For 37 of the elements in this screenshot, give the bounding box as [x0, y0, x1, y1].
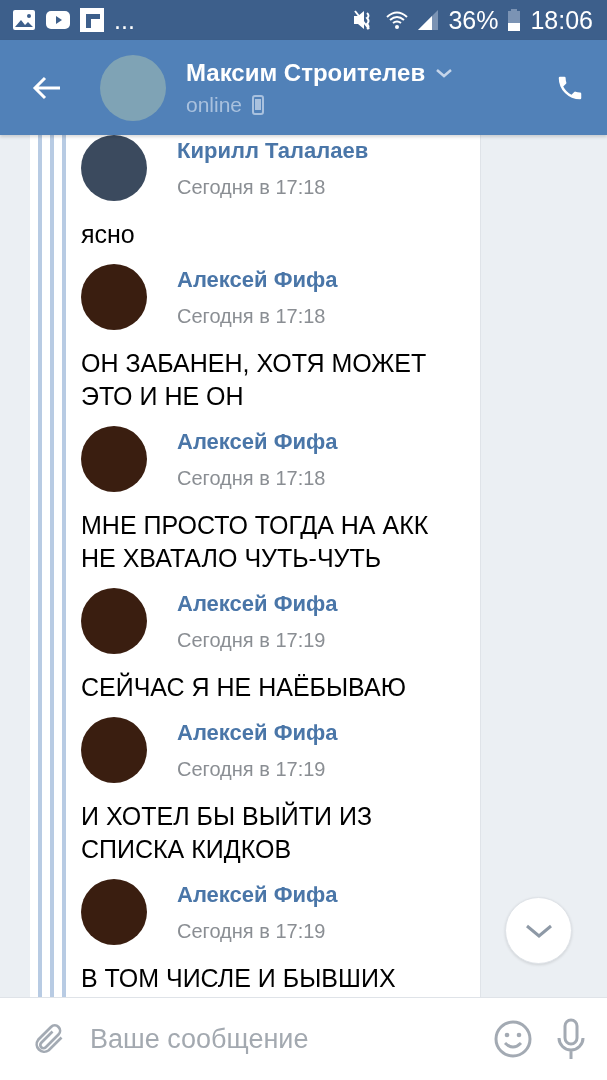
square-logo-icon	[80, 8, 104, 32]
author-name[interactable]: Алексей Фифа	[177, 266, 338, 293]
message-text: В ТОМ ЧИСЛЕ И БЫВШИХ	[81, 963, 397, 994]
message-text: МНЕ ПРОСТО ТОГДА НА АКК НЕ ХВАТАЛО ЧУТЬ-ЧУТЬ	[81, 510, 430, 574]
author-name[interactable]: Алексей Фифа	[177, 590, 338, 617]
message-text: И ХОТЕЛ БЫ ВЫЙТИ ИЗ СПИСКА КИДКОВ	[81, 800, 373, 865]
battery-percent: 36%	[448, 5, 499, 35]
back-arrow-icon[interactable]	[32, 75, 62, 100]
image-icon	[12, 9, 36, 31]
message-composer-bar[interactable]: Ваше сообщение	[0, 997, 607, 1080]
clock-time: 18:06	[530, 5, 593, 35]
author-name[interactable]: Алексей Фифа	[177, 881, 338, 908]
online-status: online	[186, 92, 243, 117]
battery-icon	[508, 9, 521, 31]
author-name[interactable]: Кирилл Талалаев	[177, 137, 369, 164]
author-name[interactable]: Алексей Фифа	[177, 719, 338, 746]
play-icon	[46, 11, 70, 29]
wifi-icon	[386, 9, 409, 31]
more-notifications: ...	[114, 5, 135, 35]
message-time: Сегодня в 17:19	[177, 919, 327, 943]
message-time: Сегодня в 17:18	[177, 304, 327, 328]
chat-title[interactable]: Максим Строителев	[186, 58, 426, 87]
chevron-down-icon	[523, 922, 554, 939]
chevron-down-icon[interactable]	[435, 67, 454, 78]
emoji-icon[interactable]	[493, 1019, 533, 1059]
message-time: Сегодня в 17:18	[177, 466, 327, 490]
message-input-field[interactable]: Ваше сообщение	[88, 1022, 471, 1056]
author-name[interactable]: Алексей Фифа	[177, 428, 338, 455]
message-time: Сегодня в 17:18	[177, 175, 327, 199]
phone-device-icon	[252, 94, 265, 115]
message-text: ОН ЗАБАНЕН, ХОТЯ МОЖЕТ ЭТО И НЕ ОН	[81, 348, 428, 412]
message-text: ясно	[81, 219, 136, 250]
message-text: СЕЙЧАС Я НЕ НАЁБЫВАЮ	[81, 671, 407, 703]
message-time: Сегодня в 17:19	[177, 628, 327, 652]
microphone-icon[interactable]	[555, 1018, 587, 1060]
message-time: Сегодня в 17:19	[177, 757, 327, 781]
signal-icon	[418, 10, 439, 30]
